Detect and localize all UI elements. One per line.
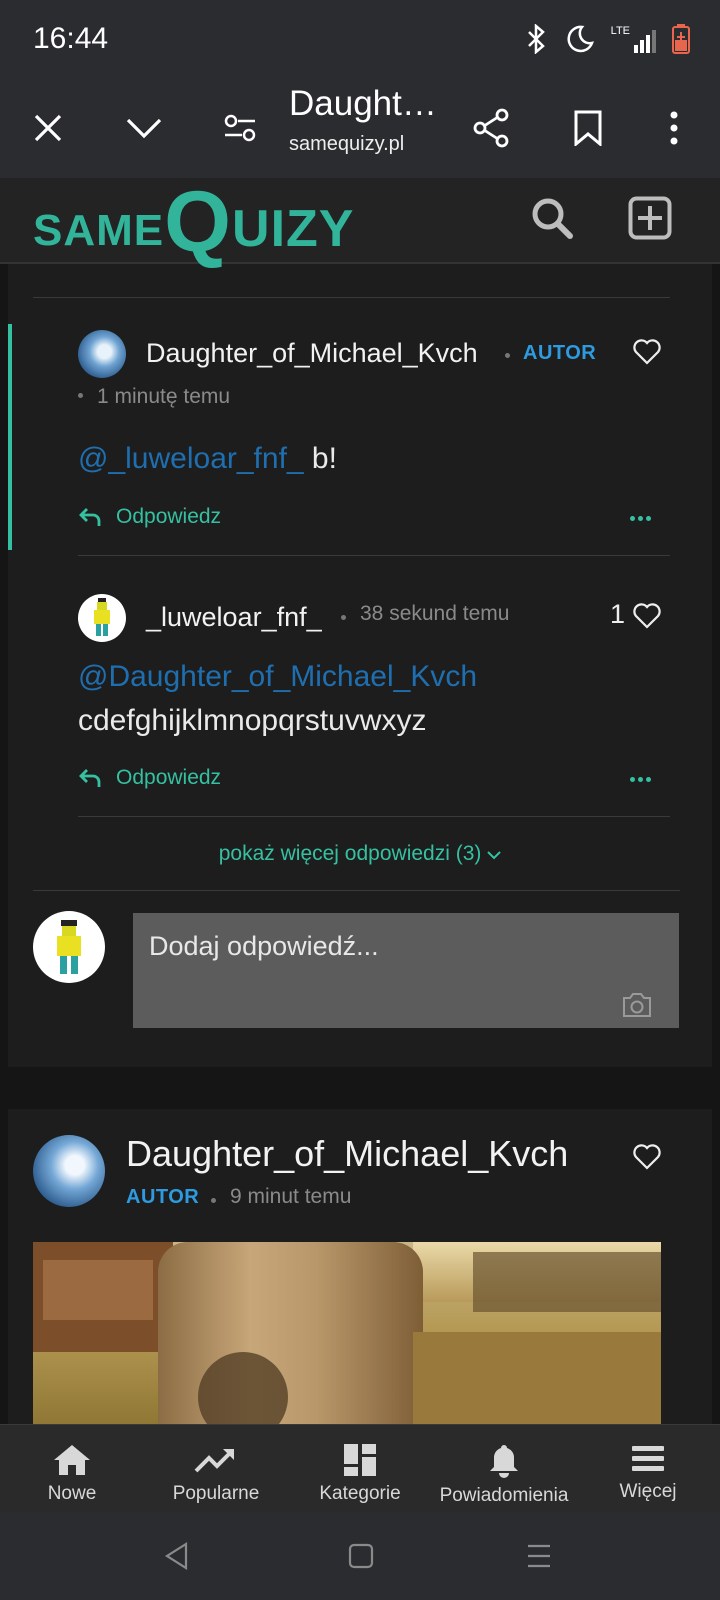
camera-icon[interactable] [621, 992, 653, 1018]
share-button[interactable] [463, 100, 519, 156]
post-card: Daughter_of_Michael_Kvch AUTOR 9 minut t… [8, 1109, 712, 1429]
bookmark-button[interactable] [560, 100, 616, 156]
highlight-bar [8, 324, 12, 550]
site-settings-button[interactable] [212, 100, 268, 156]
nav-label: Więcej [619, 1481, 677, 1502]
post-image[interactable] [33, 1242, 661, 1429]
comment-time: 1 minutę temu [97, 385, 231, 408]
comment-time: 38 sekund temu [360, 602, 510, 625]
site-header: SAME Q UIZY [0, 174, 720, 270]
search-icon [532, 198, 573, 239]
system-navigation-bar [0, 1512, 720, 1600]
bottom-navigation: Nowe Popularne Kategorie Powiadomienia W… [0, 1424, 720, 1512]
separator-dot [341, 615, 346, 620]
author-badge: AUTOR [126, 1186, 200, 1208]
logo-uizy: UIZY [232, 200, 355, 258]
nav-new[interactable]: Nowe [0, 1425, 144, 1512]
do-not-disturb-moon-icon [567, 25, 594, 53]
comment-body: @_luweloar_fnf_ b! [78, 437, 337, 481]
add-box-icon [628, 196, 672, 240]
reply-arrow-icon [79, 508, 101, 526]
heart-icon[interactable] [633, 603, 661, 629]
home-square-icon[interactable] [348, 1543, 374, 1569]
nav-notifications[interactable]: Powiadomienia [432, 1425, 576, 1512]
comment-text: cdefghijklmnopqrstuvwxyz [78, 704, 427, 737]
back-icon[interactable] [164, 1542, 190, 1570]
avatar[interactable] [33, 1135, 105, 1207]
nav-label: Powiadomienia [439, 1485, 569, 1506]
network-type-label: LTE [610, 25, 630, 37]
reply-input-placeholder: Dodaj odpowiedź... [149, 931, 379, 961]
more-options-icon[interactable] [630, 516, 651, 521]
logo-q: Q [164, 174, 233, 270]
trending-icon [194, 1449, 234, 1473]
reply-label: Odpowiedz [116, 766, 222, 789]
show-more-replies-link[interactable]: pokaż więcej odpowiedzi (3) [8, 842, 712, 866]
minimize-button[interactable] [116, 100, 172, 156]
menu-icon [632, 1446, 664, 1471]
status-time: 16:44 [33, 22, 109, 55]
avatar[interactable] [78, 330, 126, 378]
separator-dot [505, 353, 510, 358]
reply-button[interactable]: Odpowiedz [78, 766, 221, 790]
mention-link[interactable]: @_luweloar_fnf_ [78, 442, 304, 475]
heart-icon[interactable] [633, 339, 661, 365]
bookmark-icon [574, 110, 602, 146]
avatar[interactable] [78, 594, 126, 642]
author-badge: AUTOR [523, 342, 597, 364]
post-author[interactable]: Daughter_of_Michael_Kvch [126, 1133, 568, 1175]
divider [78, 555, 670, 556]
categories-icon [344, 1444, 376, 1476]
samequizy-logo[interactable]: SAME Q UIZY [33, 174, 355, 270]
chevron-down-icon [126, 118, 162, 139]
comment-text: b! [303, 442, 337, 475]
current-user-avatar[interactable] [33, 911, 105, 983]
search-button[interactable] [530, 196, 580, 246]
comment-thread: Daughter_of_Michael_Kvch AUTOR 1 minutę … [8, 262, 712, 1067]
divider [33, 297, 670, 298]
like-count: 1 [610, 599, 626, 629]
comment-body: @Daughter_of_Michael_Kvch cdefghijklmnop… [78, 655, 678, 743]
separator-dot [78, 393, 83, 398]
nav-popular[interactable]: Popularne [144, 1425, 288, 1512]
reply-button[interactable]: Odpowiedz [78, 505, 221, 529]
divider [33, 890, 680, 891]
mention-link[interactable]: @Daughter_of_Michael_Kvch [78, 655, 678, 699]
tune-settings-icon [224, 114, 256, 142]
close-tab-button[interactable] [20, 100, 76, 156]
comment-author[interactable]: Daughter_of_Michael_Kvch [146, 338, 478, 369]
nav-label: Popularne [172, 1483, 260, 1504]
lte-signal-icon: LTE [611, 25, 656, 53]
reply-label: Odpowiedz [116, 505, 222, 528]
reply-arrow-icon [79, 769, 101, 787]
nav-label: Kategorie [319, 1483, 401, 1504]
bell-icon [490, 1445, 518, 1478]
more-options-icon[interactable] [630, 777, 651, 782]
separator-dot [211, 1198, 216, 1203]
page-url[interactable]: samequizy.pl [289, 133, 404, 156]
browser-toolbar: Daught… samequizy.pl [0, 78, 720, 178]
show-more-replies-label: pokaż więcej odpowiedzi (3) [218, 842, 482, 865]
nav-label: Nowe [47, 1483, 97, 1504]
nav-categories[interactable]: Kategorie [288, 1425, 432, 1512]
create-button[interactable] [628, 196, 674, 242]
heart-icon[interactable] [633, 1144, 661, 1170]
bluetooth-icon [527, 24, 545, 54]
home-icon [54, 1445, 90, 1475]
share-icon [473, 108, 509, 148]
logo-same: SAME [33, 206, 165, 255]
battery-charging-icon [672, 24, 690, 54]
recents-icon[interactable] [526, 1544, 552, 1568]
post-time: 9 minut temu [230, 1185, 352, 1208]
page-title[interactable]: Daught… [289, 84, 437, 124]
comment-author[interactable]: _luweloar_fnf_ [146, 602, 322, 633]
reply-input[interactable]: Dodaj odpowiedź... [133, 913, 679, 1028]
more-vertical-icon [670, 111, 678, 145]
status-bar: 16:44 LTE [0, 0, 720, 78]
close-icon [34, 114, 62, 142]
overflow-menu-button[interactable] [646, 100, 702, 156]
chevron-down-icon [487, 851, 501, 860]
divider [78, 816, 670, 817]
nav-more[interactable]: Więcej [576, 1425, 720, 1512]
